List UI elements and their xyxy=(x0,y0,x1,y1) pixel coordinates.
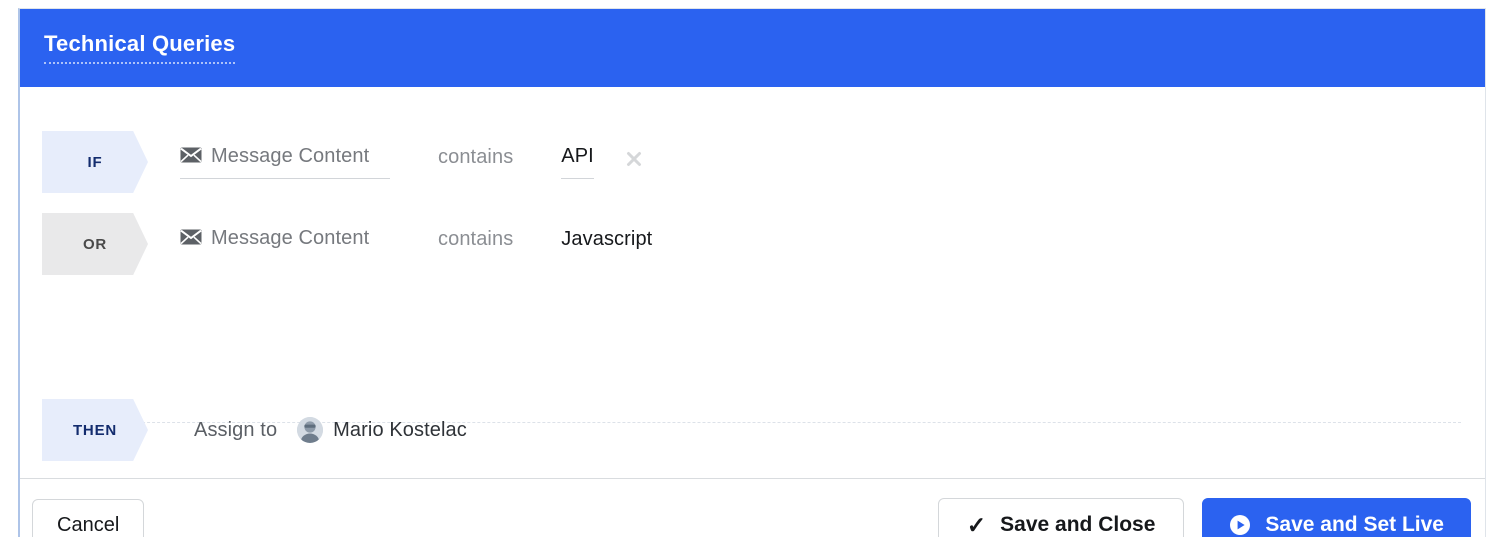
envelope-icon xyxy=(180,147,202,167)
rule-badge-or: OR xyxy=(42,213,148,275)
rule-title-field[interactable]: Technical Queries xyxy=(44,31,236,65)
rule-fields: Message Content contains Javascript xyxy=(180,227,652,261)
action-fields: Assign to Mario Kostelac xyxy=(194,417,467,443)
remove-rule-button[interactable] xyxy=(622,150,646,174)
attribute-label: Message Content xyxy=(211,145,370,167)
save-and-set-live-label: Save and Set Live xyxy=(1265,513,1444,536)
value-input[interactable]: API xyxy=(561,145,594,179)
action-label: Assign to xyxy=(194,418,278,441)
save-and-close-button[interactable]: ✓ Save and Close xyxy=(937,498,1185,537)
action-row: THEN Assign to Mario Kostelac xyxy=(20,388,467,472)
cancel-button[interactable]: Cancel xyxy=(32,499,145,537)
assignee-name: Mario Kostelac xyxy=(333,418,467,441)
rule-badge-then: THEN xyxy=(42,399,148,461)
rule-fields: Message Content contains API xyxy=(180,145,646,179)
assignee-selector[interactable]: Mario Kostelac xyxy=(297,417,467,443)
card-footer: Cancel ✓ Save and Close Save and Set Liv… xyxy=(20,478,1485,537)
card-header: Technical Queries xyxy=(20,9,1485,87)
envelope-icon xyxy=(180,229,202,249)
operator-selector[interactable]: contains xyxy=(438,228,513,261)
close-icon xyxy=(626,152,641,166)
attribute-label: Message Content xyxy=(211,227,370,249)
rule-badge-if: IF xyxy=(42,131,148,193)
rule-editor-card: Technical Queries IF Message Content con… xyxy=(18,8,1486,537)
rule-row: IF Message Content contains API xyxy=(20,120,1485,204)
card-body: IF Message Content contains API OR Messa… xyxy=(20,120,1485,478)
operator-selector[interactable]: contains xyxy=(438,146,513,179)
save-and-set-live-button[interactable]: Save and Set Live xyxy=(1202,498,1471,537)
rule-editor-screen: Technical Queries IF Message Content con… xyxy=(0,0,1500,537)
rule-row: OR Message Content contains Javascript xyxy=(20,202,1485,286)
checkmark-icon: ✓ xyxy=(966,511,987,537)
attribute-selector[interactable]: Message Content xyxy=(180,145,390,179)
play-circle-icon xyxy=(1229,514,1251,536)
save-and-close-label: Save and Close xyxy=(1000,513,1156,536)
value-input[interactable]: Javascript xyxy=(561,228,652,261)
attribute-selector[interactable]: Message Content xyxy=(180,227,390,261)
user-avatar xyxy=(297,417,324,443)
